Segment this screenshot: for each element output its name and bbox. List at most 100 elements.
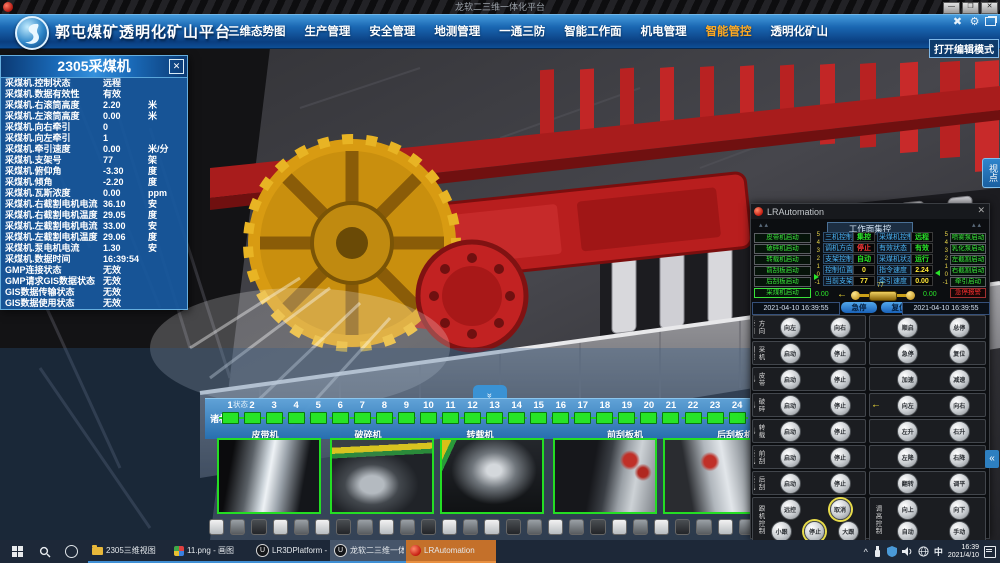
taskbar-app-unreal[interactable]: ULR3DPlatform - U... [252,540,332,563]
lra-start-button[interactable]: 转载机启动 [754,255,811,265]
filmstrip-frame[interactable] [527,519,542,535]
round-control-button[interactable]: 启动 [780,473,801,494]
tools-icon[interactable]: ✖ [951,15,964,28]
round-control-button[interactable]: 调平 [949,473,970,494]
round-control-button[interactable]: 启动 [780,447,801,468]
filmstrip-frame[interactable] [421,519,436,535]
round-control-button[interactable]: 左升 [897,421,918,442]
filmstrip-frame[interactable] [400,519,415,535]
filmstrip-frame[interactable] [506,519,521,535]
viewpoint-tab[interactable]: 视点 [982,158,1000,188]
round-control-button[interactable]: 急停 [897,343,918,364]
panel-close-icon[interactable]: ✕ [169,59,184,74]
filmstrip-frame[interactable] [442,519,457,535]
round-control-button[interactable]: 手动 [949,521,970,542]
filmstrip-frame[interactable] [675,519,690,535]
taskbar-search-button[interactable] [32,540,58,563]
lra-start-button[interactable]: 破碎机启动 [754,244,811,254]
collapse-left-icon[interactable]: « [985,450,999,468]
camera-thumbnail[interactable] [217,438,321,514]
lra-start-button[interactable]: 乳化泵启动 [950,244,986,254]
lra-close-icon[interactable]: ✕ [977,205,985,216]
round-control-button[interactable]: 取消 [830,499,851,520]
filmstrip-frame[interactable] [357,519,372,535]
round-control-button[interactable]: 停止 [830,369,851,390]
round-control-button[interactable]: 向右 [830,317,851,338]
round-control-button[interactable]: 向左 [897,395,918,416]
minimize-button[interactable]: — [943,2,960,14]
nav-item[interactable]: 智能管控 [706,23,752,39]
round-control-button[interactable]: 远控 [780,499,801,520]
taskbar-app-folder[interactable]: 2305三维视图 [88,540,172,563]
window-titlebar[interactable]: 龙软二三维一体化平台 — ❐ ✕ [0,0,1000,14]
cortana-button[interactable] [58,540,84,563]
taskbar-app-lra[interactable]: LRAutomation [406,540,496,563]
round-control-button[interactable]: 停止 [830,395,851,416]
lra-start-button[interactable]: 前刮板启动 [754,266,811,276]
settings-gear-icon[interactable]: ⚙ [968,15,981,28]
slider-knob-right[interactable] [906,291,915,300]
filmstrip-frame[interactable] [654,519,669,535]
round-control-button[interactable]: 右升 [949,421,970,442]
hidden-icons-chevron[interactable]: ^ [864,547,868,557]
filmstrip-frame[interactable] [569,519,584,535]
filmstrip-frame[interactable] [294,519,309,535]
close-button[interactable]: ✕ [981,2,998,14]
action-center-icon[interactable] [984,546,996,558]
nav-item[interactable]: 一通三防 [499,23,545,39]
estop-button[interactable]: 急停 [841,302,877,313]
round-control-button[interactable]: 顺启 [897,317,918,338]
collapse-strip-tab[interactable]: » [473,385,507,398]
nav-item[interactable]: 智能工作面 [564,23,622,39]
camera-thumbnail[interactable] [330,438,434,514]
round-control-button[interactable]: 减速 [949,369,970,390]
nav-item[interactable]: 地测管理 [434,23,480,39]
slider-handle[interactable] [869,291,897,301]
round-control-button[interactable]: 左降 [897,447,918,468]
volume-icon[interactable] [902,546,913,557]
nav-item[interactable]: 生产管理 [304,23,350,39]
round-control-button[interactable]: 停止 [830,421,851,442]
taskbar-clock[interactable]: 16:39 2021/4/10 [948,544,979,560]
maximize-button[interactable]: ❐ [962,2,979,14]
lra-start-button[interactable]: 喷雾泵启动 [950,233,986,243]
network-globe-icon[interactable] [918,546,929,557]
thumbnail-filmstrip[interactable] [205,519,754,535]
start-button[interactable] [4,540,30,563]
round-control-button[interactable]: 停止 [830,343,851,364]
filmstrip-frame[interactable] [209,519,224,535]
filmstrip-frame[interactable] [336,519,351,535]
taskbar-app-unreal[interactable]: U龙软二三维一体化... [330,540,408,563]
taskbar-app-paint[interactable]: 11.png - 画图 [170,540,254,563]
round-control-button[interactable]: 启动 [780,369,801,390]
filmstrip-frame[interactable] [548,519,563,535]
round-control-button[interactable]: 停止 [804,521,825,542]
filmstrip-frame[interactable] [379,519,394,535]
filmstrip-frame[interactable] [251,519,266,535]
round-control-button[interactable]: 小跟 [771,521,792,542]
lra-start-button[interactable]: 皮带机启动 [754,233,811,243]
round-control-button[interactable]: 自动 [897,521,918,542]
filmstrip-frame[interactable] [484,519,499,535]
round-control-button[interactable]: 大跟 [838,521,859,542]
filmstrip-frame[interactable] [230,519,245,535]
round-control-button[interactable]: 加速 [897,369,918,390]
filmstrip-frame[interactable] [696,519,711,535]
round-control-button[interactable]: 停止 [830,473,851,494]
nav-item[interactable]: 安全管理 [369,23,415,39]
usb-icon[interactable] [873,546,882,557]
nav-item[interactable]: 机电管理 [641,23,687,39]
nav-item[interactable]: 透明化矿山 [771,23,829,39]
round-control-button[interactable]: 总停 [949,317,970,338]
ime-indicator[interactable]: 中 [934,545,943,558]
filmstrip-frame[interactable] [463,519,478,535]
round-control-button[interactable]: 右降 [949,447,970,468]
round-control-button[interactable]: 启动 [780,421,801,442]
lra-titlebar[interactable]: LRAutomation ✕ [751,204,989,219]
lra-start-button[interactable]: 牵引启动 [950,277,986,287]
round-control-button[interactable]: 向右 [949,395,970,416]
round-control-button[interactable]: 复位 [949,343,970,364]
round-control-button[interactable]: 启动 [780,343,801,364]
slider-knob-left[interactable] [851,291,860,300]
round-control-button[interactable]: 向下 [949,499,970,520]
